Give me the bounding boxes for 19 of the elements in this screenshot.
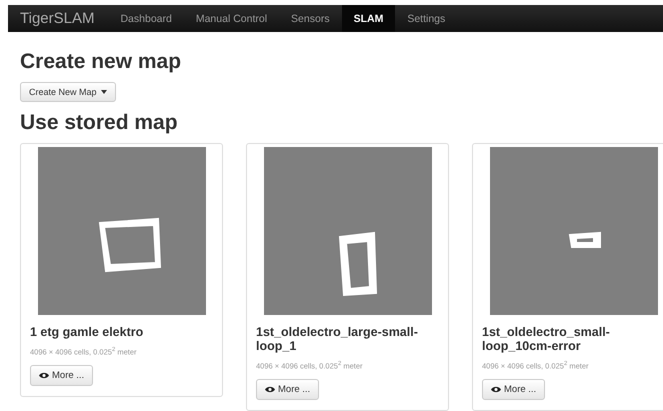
nav-link[interactable]: Sensors	[279, 5, 342, 32]
caret-icon	[100, 90, 107, 94]
nav-link[interactable]: SLAM	[342, 5, 396, 32]
eye-icon	[491, 386, 501, 392]
map-title: 1 etg gamle elektro	[30, 325, 144, 339]
nav-link[interactable]: Settings	[395, 5, 458, 32]
more-button[interactable]: More ...	[30, 364, 94, 386]
map-title: 1st_oldelectro_small-loop_10cm-error	[482, 325, 611, 353]
more-button[interactable]: More ...	[256, 378, 320, 400]
eye-icon	[39, 372, 49, 378]
section-heading: Use stored map	[20, 111, 179, 135]
create-map-dropdown[interactable]: Create New Map	[20, 82, 116, 102]
brand-title[interactable]: TigerSLAM	[8, 5, 108, 32]
nav-link[interactable]: Manual Control	[184, 5, 280, 32]
map-title: 1st_oldelectro_large-small-loop_1	[256, 325, 419, 353]
more-button[interactable]: More ...	[482, 378, 546, 400]
nav-link[interactable]: Dashboard	[108, 5, 184, 32]
section-heading: Create new map	[20, 50, 182, 74]
eye-icon	[265, 386, 275, 392]
